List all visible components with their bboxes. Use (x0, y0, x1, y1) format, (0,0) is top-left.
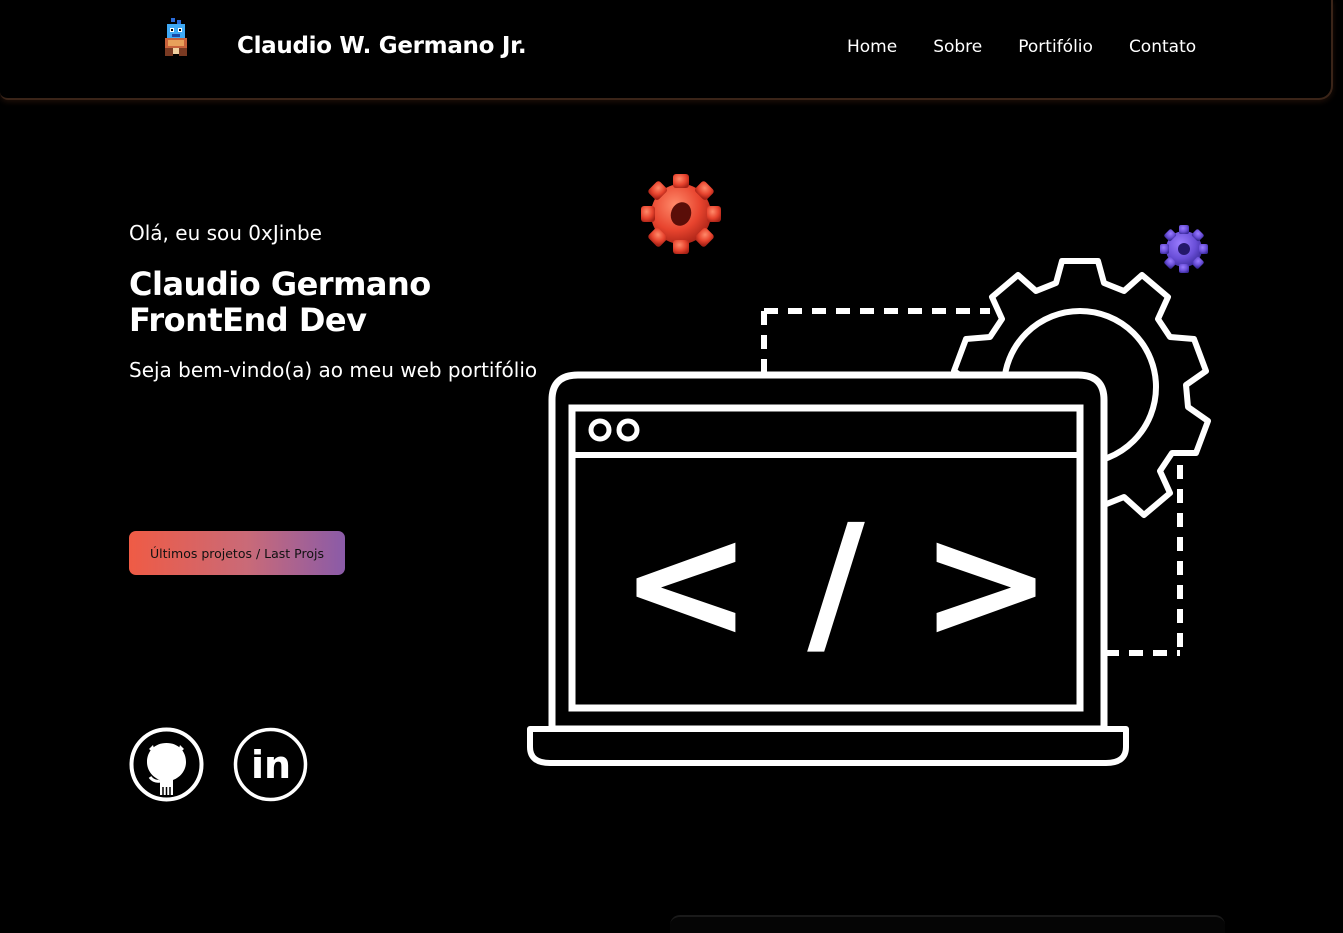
hero-title-line2: FrontEnd Dev (129, 301, 367, 339)
hero-title: Claudio Germano FrontEnd Dev (129, 266, 431, 338)
linkedin-button[interactable]: in (233, 727, 308, 802)
top-navbar: Claudio W. Germano Jr. Home Sobre Portif… (0, 0, 1333, 100)
linkedin-label: in (251, 743, 291, 787)
github-icon[interactable] (129, 727, 204, 802)
red-gear-icon (641, 174, 721, 254)
laptop-icon: < / > (527, 371, 1129, 766)
main-nav: Home Sobre Portifólio Contato (847, 37, 1196, 57)
nav-home[interactable]: Home (847, 37, 897, 57)
code-symbol-text: < / > (620, 491, 1053, 675)
hero-greeting: Olá, eu sou 0xJinbe (129, 221, 322, 245)
nav-portifolio[interactable]: Portifólio (1018, 37, 1093, 57)
developer-laptop-illustration: < / > (527, 174, 1211, 766)
purple-gear-icon (1160, 225, 1208, 273)
brand-name: Claudio W. Germano Jr. (237, 33, 527, 59)
pixel-avatar-logo-icon[interactable] (159, 18, 193, 60)
linkedin-icon: in (233, 727, 308, 802)
hero-title-line1: Claudio Germano (129, 265, 431, 303)
page: Claudio W. Germano Jr. Home Sobre Portif… (0, 0, 1343, 933)
nav-sobre[interactable]: Sobre (933, 37, 982, 57)
next-section-edge (670, 915, 1225, 933)
last-projects-button[interactable]: Últimos projetos / Last Projs (129, 531, 345, 575)
hero-welcome: Seja bem-vindo(a) ao meu web portifólio (129, 358, 538, 382)
nav-contato[interactable]: Contato (1129, 37, 1196, 57)
